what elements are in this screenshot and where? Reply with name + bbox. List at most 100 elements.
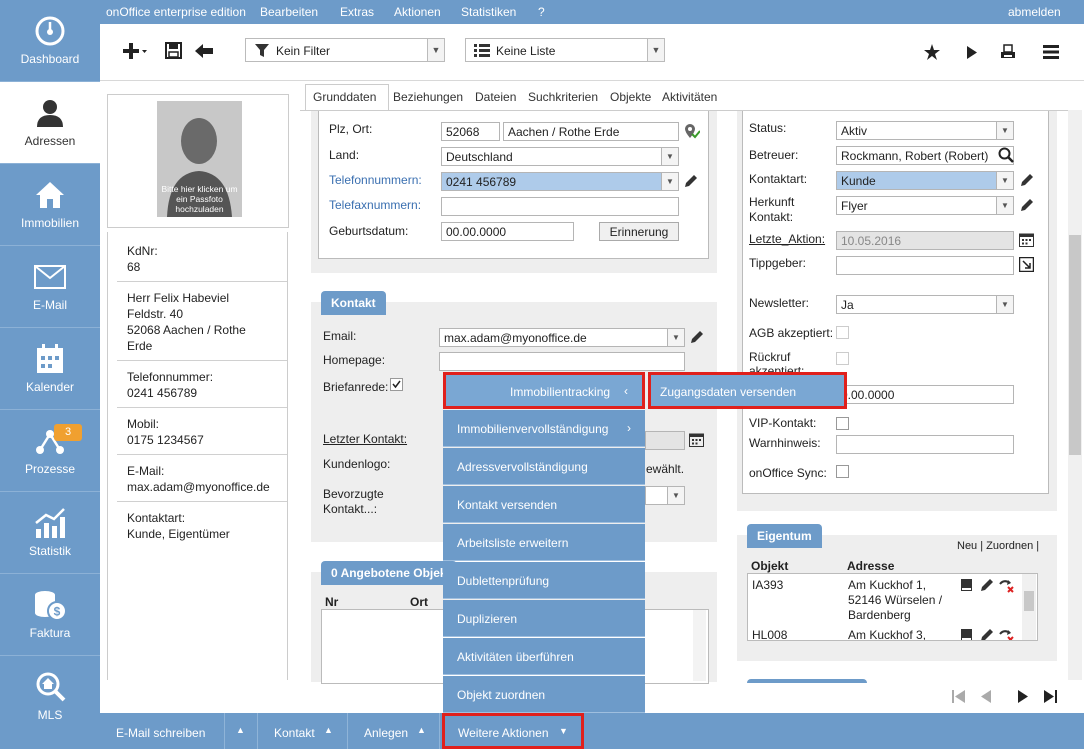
homepage-input[interactable] [439,352,685,371]
vip-checkbox[interactable] [836,417,849,430]
play-icon[interactable] [966,46,978,62]
nav-prozesse[interactable]: 3 Prozesse [0,410,100,492]
telefon-select[interactable]: 0241 456789 ▼ [441,172,679,191]
bevorzugte-select[interactable]: ▼ [645,486,685,505]
telefax-input[interactable] [441,197,679,216]
nav-statistik[interactable]: Statistik [0,492,100,574]
briefanrede-checkbox[interactable] [390,378,403,391]
rueckruf-checkbox[interactable] [836,352,849,365]
plz-input[interactable]: 52068 [441,122,500,141]
main-scrollbar-thumb[interactable] [1069,235,1081,455]
pencil-icon[interactable] [979,627,995,640]
menu-item-immobilienvervollstaendigung[interactable]: Immobilienvervollständigung › [443,410,645,447]
vip-label: VIP-Kontakt: [749,416,817,430]
menu-aktionen[interactable]: Aktionen [394,5,441,19]
open-external-icon[interactable] [1018,256,1035,275]
kontaktart-select[interactable]: Kunde ▼ [836,171,1014,190]
menu-bearbeiten[interactable]: Bearbeiten [260,5,318,19]
location-check-icon[interactable] [684,123,701,142]
hamburger-menu-icon[interactable] [1043,45,1059,62]
unlink-icon[interactable] [999,628,1015,640]
next-page-icon[interactable] [1018,690,1029,706]
eigentum-actions[interactable]: Neu | Zuordnen | [957,540,1039,552]
email-schreiben-button[interactable]: E-Mail schreiben [100,713,225,749]
back-arrow-icon[interactable] [194,43,214,62]
search-icon[interactable] [998,147,1014,166]
pencil-icon[interactable] [1019,172,1035,188]
tippgeber-input[interactable] [836,256,1014,275]
tab-beziehungen[interactable]: Beziehungen [393,90,463,104]
tab-aktivitaeten[interactable]: Aktivitäten [662,90,717,104]
pencil-icon[interactable] [683,173,699,189]
menu-item-adressvervollstaendigung[interactable]: Adressvervollständigung [443,448,645,485]
star-icon[interactable] [924,44,940,63]
anlegen-button[interactable]: Anlegen ▲ [348,713,440,749]
nav-kalender[interactable]: Kalender [0,328,100,410]
menu-item-kontakt-versenden[interactable]: Kontakt versenden [443,486,645,523]
newsletter-select[interactable]: Ja ▼ [836,295,1014,314]
previous-page-icon[interactable] [980,690,991,706]
book-icon[interactable] [960,628,973,640]
agb-checkbox[interactable] [836,326,849,339]
nav-immobilien[interactable]: Immobilien [0,164,100,246]
kontakt-button[interactable]: Kontakt ▲ [258,713,348,749]
first-page-icon[interactable] [952,690,966,706]
calendar-icon[interactable] [689,432,704,450]
ort-input[interactable]: Aachen / Rothe Erde [503,122,679,141]
menu-item-duplizieren[interactable]: Duplizieren [443,600,645,637]
pencil-icon[interactable] [979,577,995,596]
menu-extras[interactable]: Extras [340,5,374,19]
pencil-icon[interactable] [1019,197,1035,213]
menu-item-dublettenpruefung[interactable]: Dublettenprüfung [443,562,645,599]
herkunft-select[interactable]: Flyer ▼ [836,196,1014,215]
telephone-block: Telefonnummer: 0241 456789 [127,369,213,401]
pencil-icon[interactable] [689,329,705,345]
filter-select[interactable]: Kein Filter ▼ [245,38,445,62]
weitere-aktionen-button[interactable]: Weitere Aktionen ▼ [442,713,584,749]
email-options-button[interactable]: ▲ [225,713,258,749]
book-icon[interactable] [960,578,973,595]
betreuer-input[interactable]: Rockmann, Robert (Robert) [836,146,1014,165]
menu-item-objekt-zuordnen[interactable]: Objekt zuordnen [443,676,645,713]
menu-item-arbeitsliste-erweitern[interactable]: Arbeitsliste erweitern [443,524,645,561]
add-new-icon[interactable] [122,41,148,64]
tab-suchkriterien[interactable]: Suchkriterien [528,90,598,104]
email-select[interactable]: max.adam@myonoffice.de ▼ [439,328,685,347]
warnhinweis-input[interactable] [836,435,1014,454]
kundenlogo-label: Kundenlogo: [323,457,391,471]
list-select[interactable]: Keine Liste ▼ [465,38,665,62]
logout-link[interactable]: abmelden [1008,5,1061,19]
tab-dateien[interactable]: Dateien [475,90,516,104]
telefax-label[interactable]: Telefaxnummern: [329,198,421,212]
list-scrollbar[interactable] [693,610,706,681]
geburtsdatum-input[interactable]: 00.00.0000 [441,222,574,241]
nav-dashboard[interactable]: Dashboard [0,0,100,82]
menu-item-aktivitaeten-ueberfuehren[interactable]: Aktivitäten überführen [443,638,645,675]
sync-checkbox[interactable] [836,465,849,478]
last-page-icon[interactable] [1044,690,1058,706]
datum-input[interactable]: 0.00.0000 [836,385,1014,404]
process-count-badge: 3 [54,424,82,441]
submenu-zugangsdaten-versenden[interactable]: Zugangsdaten versenden [648,372,847,409]
unlink-icon[interactable] [999,578,1015,596]
list-scrollbar[interactable] [1022,574,1036,640]
tab-objekte[interactable]: Objekte [610,90,651,104]
nav-email[interactable]: E-Mail [0,246,100,328]
nav-mls[interactable]: MLS [0,656,100,737]
tab-grunddaten[interactable]: Grunddaten [313,90,376,104]
print-icon[interactable] [1000,44,1016,63]
passport-photo-upload[interactable]: Bitte hier klicken um ein Passfoto hochz… [157,101,242,217]
land-select[interactable]: Deutschland ▼ [441,147,679,166]
calendar-icon[interactable] [1019,232,1034,250]
menu-item-immobilientracking[interactable]: Immobilientracking ‹ [443,372,645,409]
status-select[interactable]: Aktiv ▼ [836,121,1014,140]
contact-city-line2: Erde [127,339,153,353]
nav-faktura[interactable]: $ Faktura [0,574,100,656]
menu-statistiken[interactable]: Statistiken [461,5,516,19]
menu-help[interactable]: ? [538,5,545,19]
scrollbar-thumb[interactable] [1024,591,1034,611]
telefon-label[interactable]: Telefonnummern: [329,173,422,187]
save-icon[interactable] [165,42,182,62]
erinnerung-button[interactable]: Erinnerung [599,222,679,241]
nav-adressen[interactable]: Adressen [0,82,100,164]
